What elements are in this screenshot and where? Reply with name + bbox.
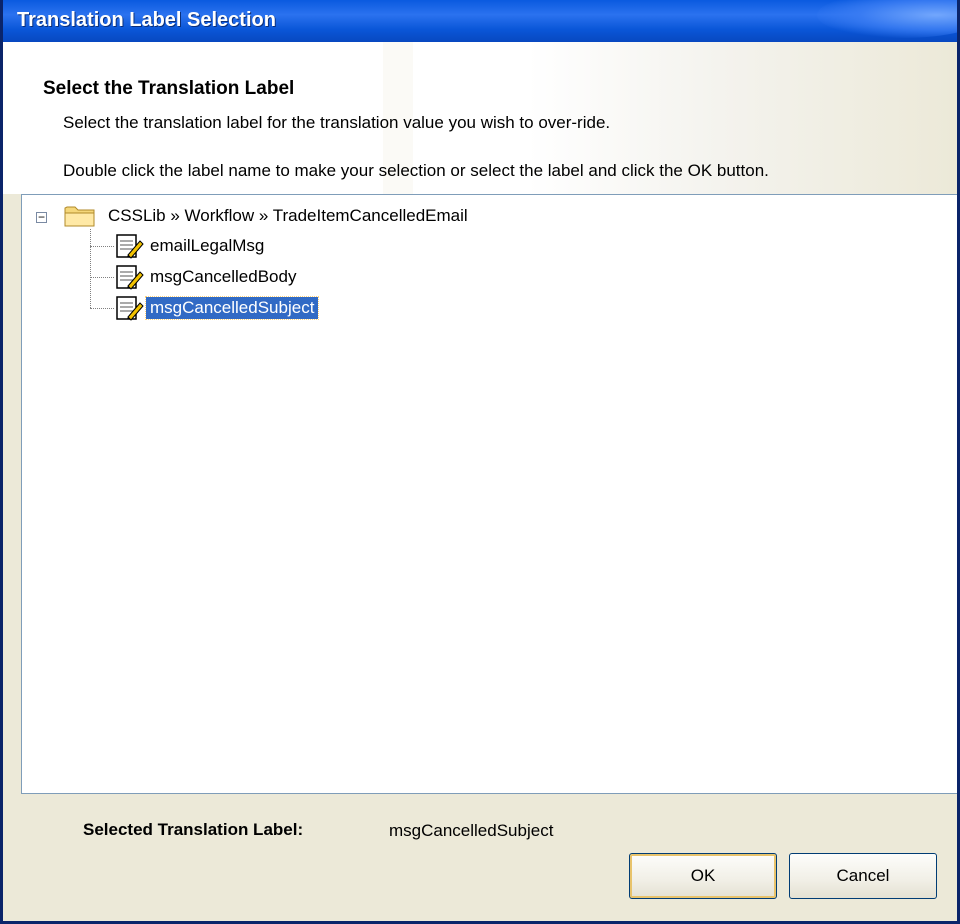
- tree-item-msgcancelledbody[interactable]: msgCancelledBody: [146, 266, 300, 288]
- tree-root-label[interactable]: CSSLib » Workflow » TradeItemCancelledEm…: [108, 206, 468, 226]
- instruction-line-1: Select the translation label for the tra…: [63, 113, 611, 132]
- tree-item-msgcancelledsubject[interactable]: msgCancelledSubject: [144, 296, 320, 320]
- folder-icon: [64, 206, 95, 227]
- tree-item-emaillegalmsg[interactable]: emailLegalMsg: [146, 235, 268, 257]
- tree-connector: [90, 277, 114, 278]
- tree-connector: [90, 246, 114, 247]
- title-bar-gloss: [817, 0, 957, 38]
- instruction-line-2: Double click the label name to make your…: [63, 161, 769, 180]
- collapse-toggle[interactable]: −: [36, 211, 47, 223]
- document-edit-icon: [116, 265, 144, 290]
- document-edit-icon: [116, 296, 144, 321]
- dialog-heading: Select the Translation Label: [43, 78, 295, 99]
- tree-connector: [90, 308, 114, 309]
- window-title: Translation Label Selection: [17, 9, 276, 31]
- translation-label-dialog: Translation Label Selection Select the T…: [0, 0, 960, 924]
- label-tree[interactable]: − CSSLib » Workflow » TradeItemCancelled…: [21, 194, 957, 794]
- selected-label-value: msgCancelledSubject: [389, 821, 554, 840]
- title-bar[interactable]: Translation Label Selection: [3, 0, 957, 42]
- cancel-button[interactable]: Cancel: [789, 853, 937, 899]
- tree-connector: [90, 229, 91, 308]
- dialog-header: Select the Translation Label Select the …: [3, 42, 957, 194]
- selected-label-caption: Selected Translation Label:: [83, 820, 304, 839]
- document-edit-icon: [116, 234, 144, 259]
- ok-button[interactable]: OK: [629, 853, 777, 899]
